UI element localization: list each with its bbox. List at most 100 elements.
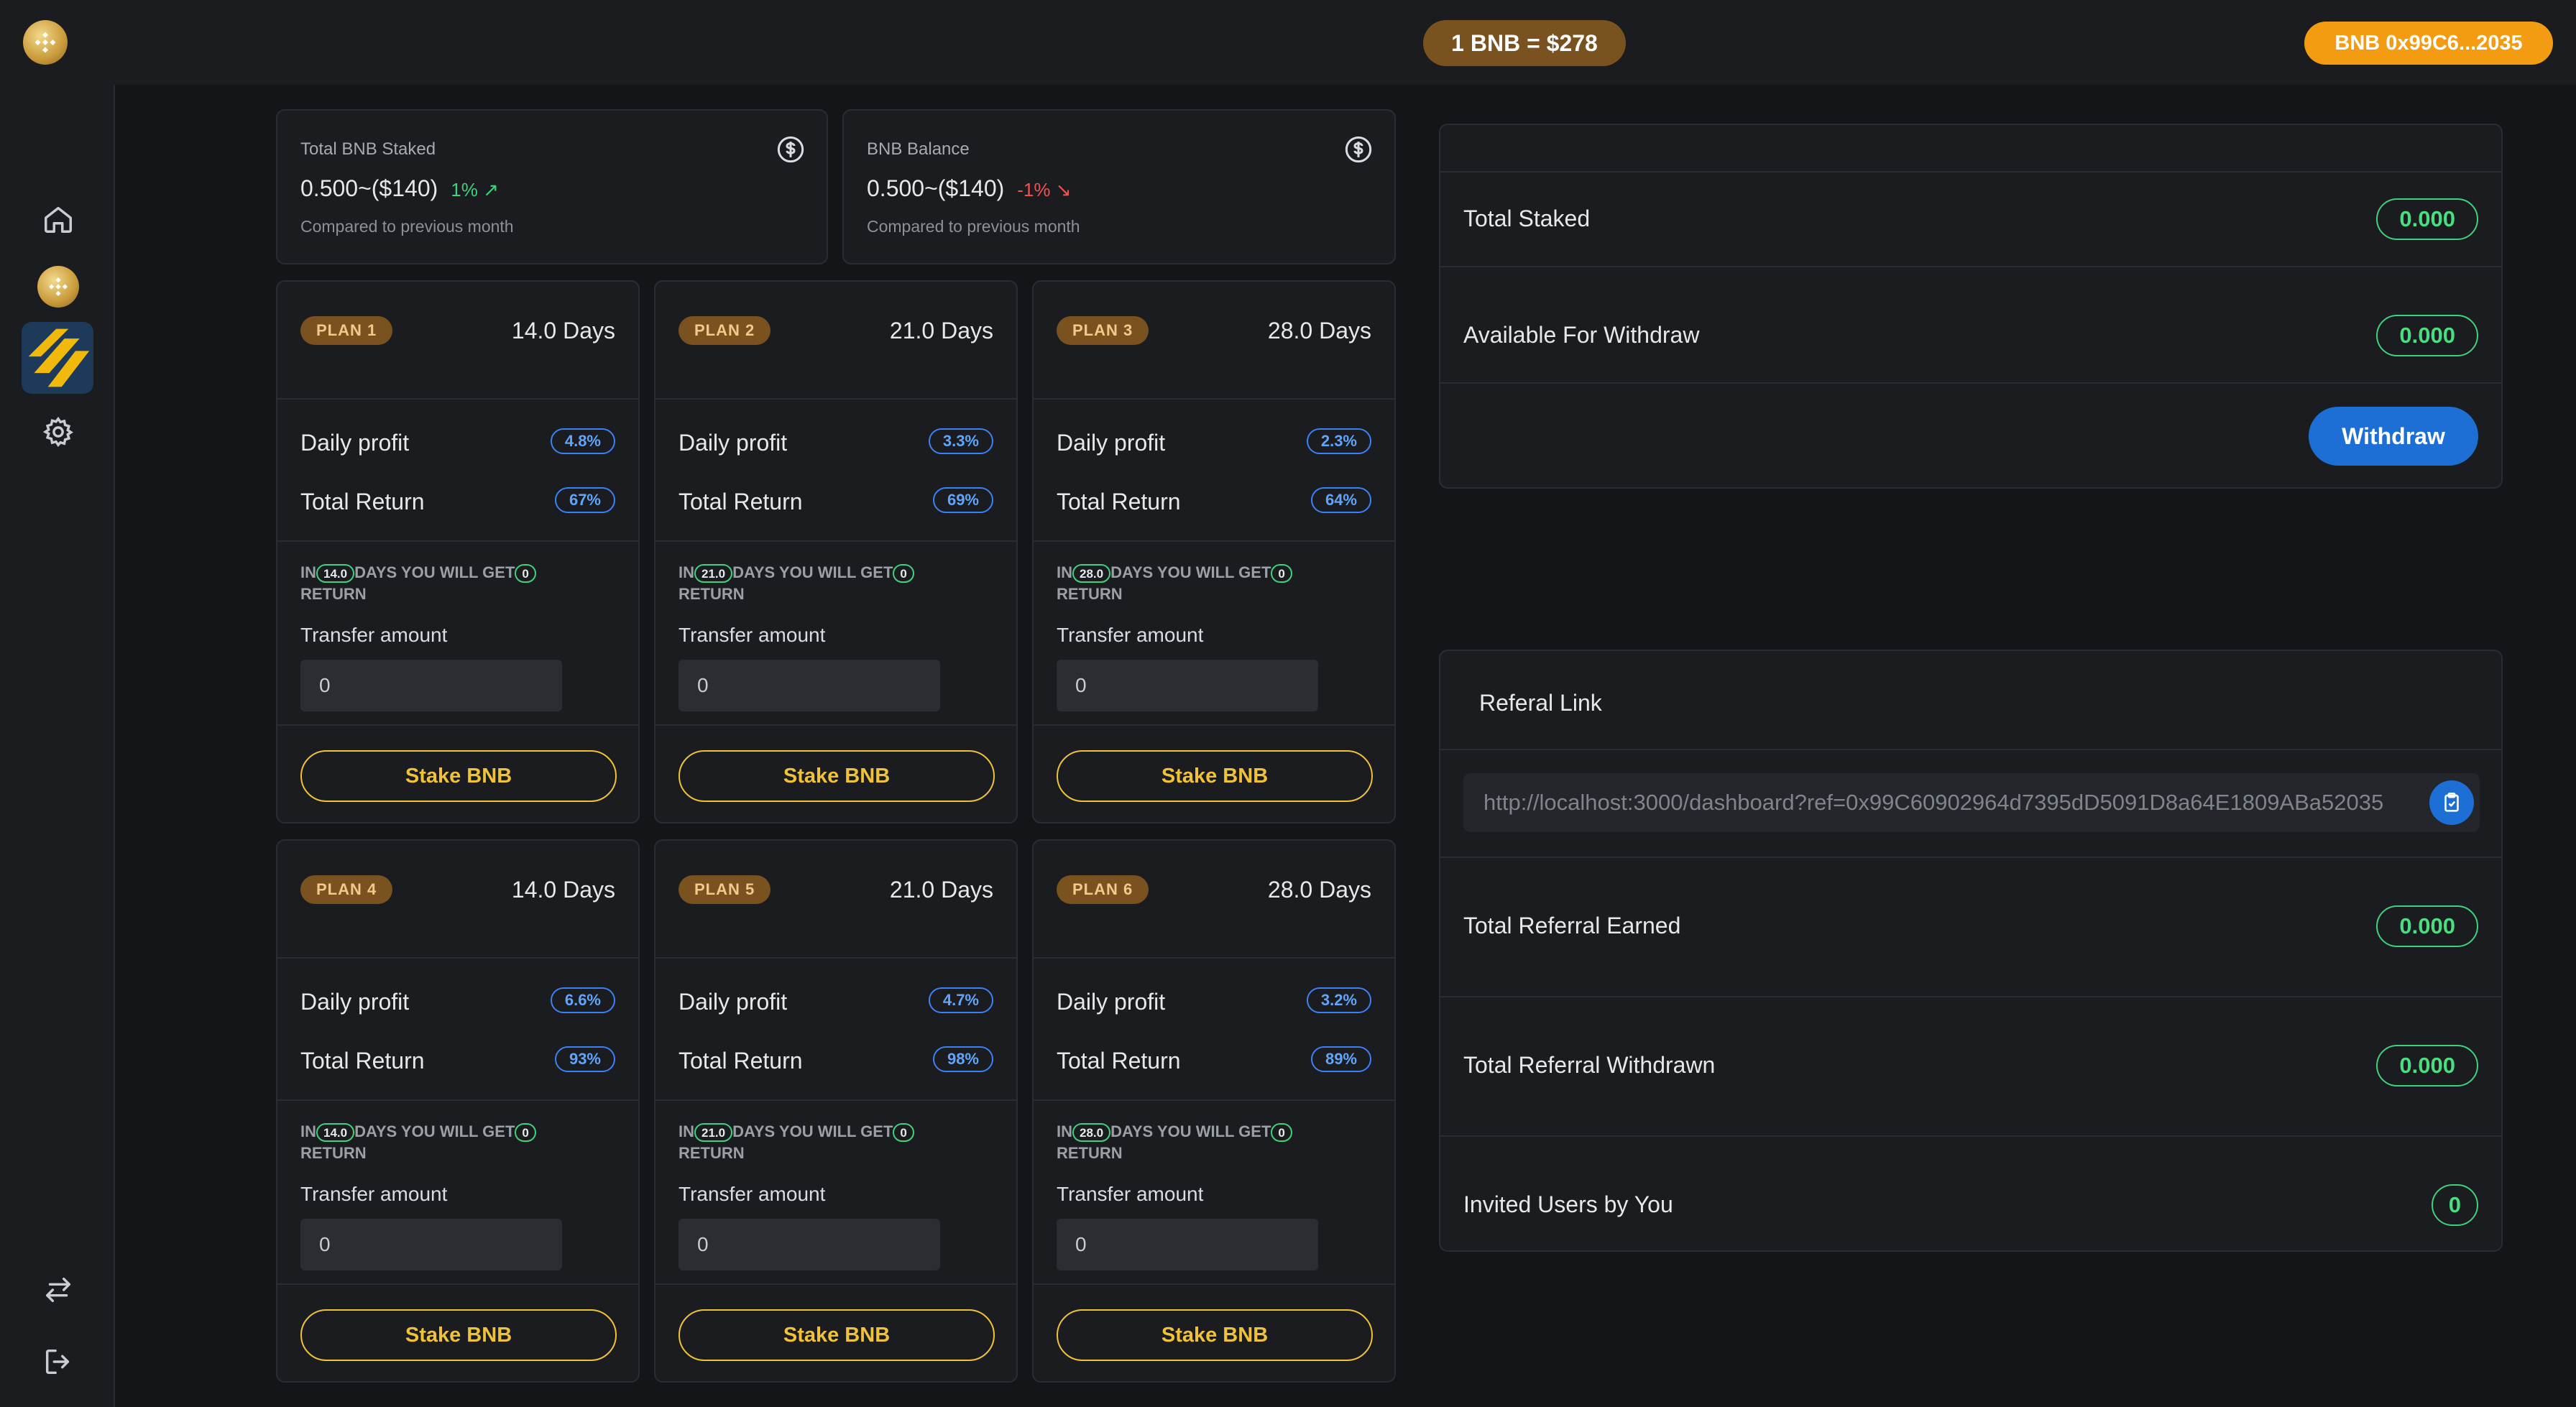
total-return-label: Total Return — [678, 489, 803, 515]
divider — [1440, 857, 2501, 858]
note-days-pill: 28.0 — [1072, 564, 1111, 583]
wallet-address-button[interactable]: BNB 0x99C6...2035 — [2304, 22, 2553, 65]
plan-card: PLAN 6 28.0 Days Daily profit 3.2% Total… — [1032, 839, 1396, 1383]
plan-card: PLAN 2 21.0 Days Daily profit 3.3% Total… — [654, 280, 1018, 824]
gear-icon[interactable] — [36, 410, 80, 454]
referral-link-field[interactable]: http://localhost:3000/dashboard?ref=0x99… — [1463, 773, 2480, 832]
referral-withdrawn-label: Total Referral Withdrawn — [1463, 1052, 1716, 1078]
total-return-value: 93% — [554, 1046, 615, 1072]
binance-logo-icon[interactable] — [22, 322, 93, 394]
daily-profit-value: 6.6% — [550, 987, 615, 1013]
bnb-logo-icon[interactable] — [23, 20, 68, 65]
withdraw-button[interactable]: Withdraw — [2309, 407, 2478, 466]
divider — [277, 540, 638, 542]
copy-clipboard-button[interactable] — [2429, 780, 2474, 825]
note-text: RETURN — [300, 1144, 367, 1162]
transfer-amount-input[interactable] — [678, 660, 940, 711]
note-text: RETURN — [300, 585, 367, 603]
plan-duration: 28.0 Days — [1267, 877, 1371, 903]
stat-label: Total BNB Staked — [300, 139, 436, 159]
clipboard-icon — [2444, 792, 2459, 812]
divider — [1440, 1135, 2501, 1137]
note-text: IN — [1057, 1122, 1072, 1140]
daily-profit-label: Daily profit — [678, 430, 788, 456]
note-days-pill: 14.0 — [316, 564, 355, 583]
divider — [1440, 382, 2501, 384]
arrow-up-right-icon: ↗ — [483, 179, 499, 200]
total-staked-value: 0.000 — [2376, 198, 2478, 240]
daily-profit-label: Daily profit — [678, 989, 788, 1015]
plan-card: PLAN 5 21.0 Days Daily profit 4.7% Total… — [654, 839, 1018, 1383]
note-text: DAYS YOU WILL GET — [354, 1122, 515, 1140]
dollar-icon — [777, 136, 804, 163]
stat-change-value: 1% — [451, 179, 478, 200]
note-text: IN — [1057, 563, 1072, 581]
transfer-amount-input[interactable] — [300, 660, 562, 711]
stat-amount: 0.500~($140) — [867, 175, 1005, 201]
invited-users-label: Invited Users by You — [1463, 1191, 1673, 1217]
daily-profit-label: Daily profit — [300, 989, 410, 1015]
stake-bnb-button[interactable]: Stake BNB — [1057, 750, 1373, 802]
stake-bnb-button[interactable]: Stake BNB — [678, 750, 995, 802]
transfer-amount-input[interactable] — [1057, 660, 1318, 711]
stake-bnb-button[interactable]: Stake BNB — [300, 750, 617, 802]
plan-badge: PLAN 3 — [1057, 316, 1149, 345]
stat-card-bnb-balance: BNB Balance 0.500~($140) -1% ↘ Compared t… — [842, 109, 1396, 264]
plan-return-note: IN 21.0 DAYS YOU WILL GET 0 RETURN — [678, 1121, 980, 1164]
daily-profit-value: 3.3% — [928, 428, 993, 454]
note-text: DAYS YOU WILL GET — [732, 1122, 893, 1140]
note-amount-pill: 0 — [893, 1123, 914, 1143]
note-text: RETURN — [1057, 1144, 1123, 1162]
stake-bnb-button[interactable]: Stake BNB — [678, 1309, 995, 1361]
note-text: RETURN — [1057, 585, 1123, 603]
divider — [277, 724, 638, 726]
plan-return-note: IN 21.0 DAYS YOU WILL GET 0 RETURN — [678, 562, 980, 605]
daily-profit-value: 2.3% — [1306, 428, 1371, 454]
daily-profit-value: 4.8% — [550, 428, 615, 454]
staking-summary-panel: Total Staked 0.000 Available For Withdra… — [1439, 124, 2503, 489]
logout-icon[interactable] — [36, 1339, 80, 1384]
note-text: RETURN — [678, 1144, 745, 1162]
total-return-value: 67% — [554, 487, 615, 513]
transfer-amount-input[interactable] — [300, 1219, 562, 1270]
bnb-coin-icon[interactable] — [36, 264, 80, 309]
total-return-label: Total Return — [300, 489, 425, 515]
total-return-label: Total Return — [1057, 489, 1181, 515]
note-text: DAYS YOU WILL GET — [1110, 563, 1271, 581]
transfer-amount-input[interactable] — [1057, 1219, 1318, 1270]
plan-duration: 28.0 Days — [1267, 318, 1371, 343]
divider — [1034, 957, 1394, 959]
note-text: DAYS YOU WILL GET — [1110, 1122, 1271, 1140]
note-amount-pill: 0 — [515, 1123, 536, 1143]
home-icon[interactable] — [36, 197, 80, 241]
note-text: IN — [678, 1122, 694, 1140]
total-return-label: Total Return — [1057, 1048, 1181, 1074]
divider — [277, 398, 638, 400]
swap-icon[interactable] — [36, 1268, 80, 1312]
plan-badge: PLAN 6 — [1057, 875, 1149, 904]
note-amount-pill: 0 — [515, 564, 536, 583]
total-return-value: 69% — [932, 487, 993, 513]
total-return-label: Total Return — [678, 1048, 803, 1074]
plan-duration: 14.0 Days — [511, 318, 615, 343]
transfer-amount-input[interactable] — [678, 1219, 940, 1270]
plan-card: PLAN 1 14.0 Days Daily profit 4.8% Total… — [276, 280, 640, 824]
total-return-value: 64% — [1310, 487, 1371, 513]
divider — [277, 957, 638, 959]
daily-profit-label: Daily profit — [1057, 989, 1166, 1015]
plan-badge: PLAN 5 — [678, 875, 771, 904]
note-text: IN — [300, 1122, 316, 1140]
divider — [1440, 996, 2501, 997]
daily-profit-label: Daily profit — [300, 430, 410, 456]
transfer-amount-label: Transfer amount — [300, 624, 448, 646]
plan-card: PLAN 4 14.0 Days Daily profit 6.6% Total… — [276, 839, 640, 1383]
stake-bnb-button[interactable]: Stake BNB — [300, 1309, 617, 1361]
stake-bnb-button[interactable]: Stake BNB — [1057, 1309, 1373, 1361]
divider — [656, 724, 1016, 726]
referral-link-text[interactable]: http://localhost:3000/dashboard?ref=0x99… — [1484, 773, 2425, 832]
note-days-pill: 14.0 — [316, 1123, 355, 1143]
transfer-amount-label: Transfer amount — [1057, 1183, 1204, 1205]
stat-card-total-staked: Total BNB Staked 0.500~($140) 1% ↗ Compar… — [276, 109, 828, 264]
divider — [1034, 540, 1394, 542]
transfer-amount-label: Transfer amount — [678, 1183, 826, 1205]
